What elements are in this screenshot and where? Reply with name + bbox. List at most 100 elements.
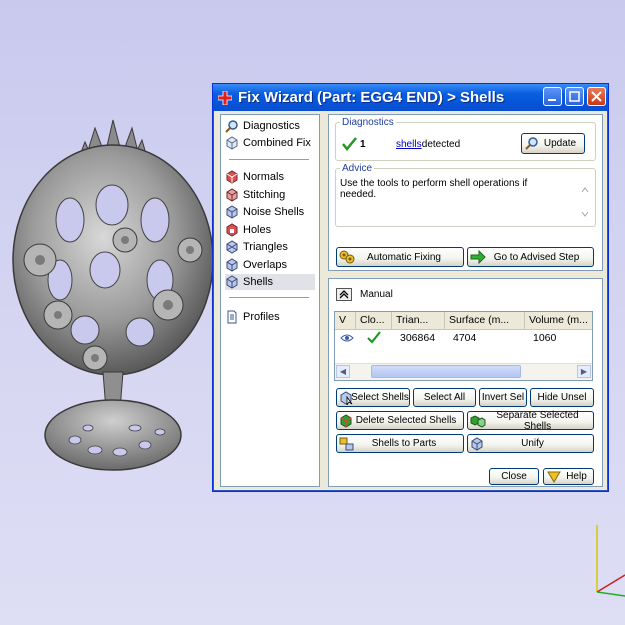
close-label: Close bbox=[501, 471, 527, 482]
window-title: Fix Wizard (Part: EGG4 END) > Shells bbox=[238, 89, 505, 106]
nav-label: Triangles bbox=[243, 241, 288, 253]
nav-separator bbox=[229, 297, 309, 298]
holes-icon bbox=[226, 223, 238, 237]
shells-to-parts-button[interactable]: Shells to Parts bbox=[336, 434, 464, 453]
nav-item-noise-shells[interactable]: Noise Shells bbox=[225, 204, 304, 220]
nav-label: Profiles bbox=[243, 311, 280, 323]
nav-item-stitching[interactable]: Stitching bbox=[225, 187, 285, 203]
advice-text: Use the tools to perform shell operation… bbox=[340, 178, 528, 200]
document-icon bbox=[227, 310, 237, 324]
scroll-right-arrow-icon[interactable]: ▶ bbox=[577, 365, 591, 378]
wizard-cross-icon bbox=[218, 90, 232, 105]
axis-gizmo bbox=[596, 525, 625, 597]
cell-triangles: 306864 bbox=[400, 332, 436, 344]
separate-shells-icon bbox=[470, 415, 486, 428]
hide-unsel-button[interactable]: Hide Unsel bbox=[530, 388, 594, 407]
shells-to-parts-label: Shells to Parts bbox=[371, 438, 437, 449]
nav-label: Stitching bbox=[243, 189, 286, 201]
shells-to-parts-icon bbox=[339, 437, 354, 451]
check-icon bbox=[342, 137, 357, 151]
gears-icon bbox=[339, 250, 355, 264]
diagnostics-panel: Diagnostics 1 shells detected Update Adv… bbox=[328, 114, 603, 271]
table-horizontal-scrollbar[interactable]: ◀ ▶ bbox=[335, 363, 592, 380]
shells-link[interactable]: shells bbox=[396, 139, 422, 150]
nav-item-shells[interactable]: Shells bbox=[225, 274, 315, 290]
maximize-button[interactable] bbox=[565, 87, 584, 106]
egg-model-render bbox=[12, 119, 214, 471]
advice-group: Advice Use the tools to perform shell op… bbox=[335, 163, 596, 227]
magnifier-icon bbox=[525, 137, 538, 150]
arrow-right-icon bbox=[470, 250, 486, 264]
nav-item-profiles[interactable]: Profiles bbox=[225, 309, 280, 325]
scroll-thumb[interactable] bbox=[371, 365, 521, 378]
nav-item-normals[interactable]: Normals bbox=[225, 169, 284, 185]
col-surface[interactable]: Surface (m... bbox=[445, 312, 525, 329]
cube-icon bbox=[226, 136, 238, 150]
manual-panel: Manual V Clo... Trian... Surface (m... V… bbox=[328, 278, 603, 487]
visible-eye-icon[interactable] bbox=[340, 333, 354, 343]
help-icon bbox=[547, 471, 561, 483]
manual-label: Manual bbox=[360, 289, 393, 300]
close-window-button[interactable] bbox=[587, 87, 606, 106]
update-button[interactable]: Update bbox=[521, 133, 585, 154]
unify-button[interactable]: Unify bbox=[467, 434, 594, 453]
shells-count: 1 bbox=[360, 139, 366, 150]
shells-icon bbox=[226, 275, 238, 289]
unify-label: Unify bbox=[521, 438, 544, 449]
delete-selected-shells-label: Delete Selected Shells bbox=[355, 415, 457, 426]
diagnostics-legend: Diagnostics bbox=[342, 117, 394, 128]
window-titlebar[interactable]: Fix Wizard (Part: EGG4 END) > Shells bbox=[213, 84, 608, 111]
col-volume[interactable]: Volume (m... bbox=[525, 312, 592, 329]
nav-item-overlaps[interactable]: Overlaps bbox=[225, 257, 287, 273]
normals-icon bbox=[226, 170, 238, 184]
nav-label: Overlaps bbox=[243, 259, 288, 271]
go-to-advised-step-button[interactable]: Go to Advised Step bbox=[467, 247, 594, 267]
nav-label: Combined Fix bbox=[243, 137, 311, 149]
help-label: Help bbox=[566, 471, 587, 482]
col-triangles[interactable]: Trian... bbox=[392, 312, 445, 329]
overlaps-icon bbox=[226, 258, 238, 272]
close-icon bbox=[591, 91, 602, 102]
hide-unsel-label: Hide Unsel bbox=[537, 392, 587, 403]
nav-item-diagnostics[interactable]: Diagnostics bbox=[225, 118, 300, 134]
delete-selected-shells-button[interactable]: Delete Selected Shells bbox=[336, 411, 464, 430]
shells-table: V Clo... Trian... Surface (m... Volume (… bbox=[334, 311, 593, 381]
collapse-manual-button[interactable] bbox=[336, 288, 352, 301]
help-button[interactable]: Help bbox=[543, 468, 594, 485]
noise-shells-icon bbox=[226, 205, 238, 219]
separate-selected-shells-button[interactable]: Separate Selected Shells bbox=[467, 409, 594, 432]
chevron-up-icon bbox=[339, 290, 349, 299]
maximize-icon bbox=[569, 91, 580, 102]
col-visible[interactable]: V bbox=[335, 312, 356, 329]
automatic-fixing-button[interactable]: Automatic Fixing bbox=[336, 247, 464, 267]
close-button[interactable]: Close bbox=[489, 468, 539, 485]
nav-label: Shells bbox=[243, 276, 273, 288]
nav-item-combined-fix[interactable]: Combined Fix bbox=[225, 135, 311, 151]
scroll-left-arrow-icon[interactable]: ◀ bbox=[336, 365, 350, 378]
invert-sel-button[interactable]: Invert Sel bbox=[479, 388, 527, 407]
advice-scrollbar[interactable] bbox=[578, 184, 592, 220]
fix-wizard-window: Fix Wizard (Part: EGG4 END) > Shells Dia… bbox=[212, 83, 609, 492]
nav-label: Holes bbox=[243, 224, 272, 236]
automatic-fixing-label: Automatic Fixing bbox=[367, 251, 441, 263]
wizard-nav: Diagnostics Combined Fix Normals Stitchi… bbox=[220, 114, 320, 487]
nav-separator bbox=[229, 159, 309, 160]
select-shells-label: Select Shells bbox=[351, 392, 409, 403]
nav-label: Diagnostics bbox=[243, 120, 300, 132]
triangles-icon bbox=[226, 240, 238, 254]
select-cube-icon bbox=[340, 391, 353, 405]
minimize-button[interactable] bbox=[543, 87, 562, 106]
nav-item-holes[interactable]: Holes bbox=[225, 222, 271, 238]
minimize-icon bbox=[548, 99, 556, 101]
go-to-advised-step-label: Go to Advised Step bbox=[493, 251, 580, 263]
stitching-icon bbox=[226, 188, 238, 202]
select-shells-button[interactable]: Select Shells bbox=[336, 388, 410, 407]
nav-label: Normals bbox=[243, 171, 284, 183]
col-closed[interactable]: Clo... bbox=[356, 312, 392, 329]
separate-selected-shells-label: Separate Selected Shells bbox=[496, 409, 579, 432]
nav-item-triangles[interactable]: Triangles bbox=[225, 239, 288, 255]
table-header: V Clo... Trian... Surface (m... Volume (… bbox=[335, 312, 592, 330]
invert-sel-label: Invert Sel bbox=[481, 392, 525, 403]
magnifier-icon bbox=[225, 120, 238, 133]
select-all-button[interactable]: Select All bbox=[413, 388, 476, 407]
